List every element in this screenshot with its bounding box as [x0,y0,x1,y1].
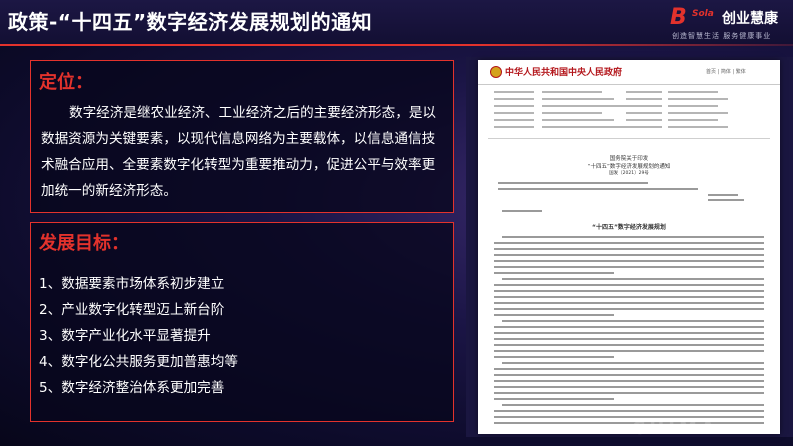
document-text-line [494,260,764,262]
document-text-line [494,392,764,394]
document-text-line [494,332,764,334]
document-text-line [494,380,764,382]
document-text-line [494,410,764,412]
document-text-line [494,344,764,346]
goals-list: 1、数据要素市场体系初步建立 2、产业数字化转型迈上新台阶 3、数字产业化水平显… [39,271,238,401]
page-title: 政策-“十四五”数字经济发展规划的通知 [8,10,373,34]
header-divider [0,44,793,46]
document-text-line [494,338,764,340]
document-text-line [494,302,764,304]
logo-sub: Sola [692,9,714,19]
document-text-line [708,199,744,201]
document-text-line [494,290,764,292]
document-text-line [542,126,626,128]
document-text-line [542,119,614,121]
document-text-line [488,138,770,139]
document-text-line [502,362,764,364]
document-screenshot: 中华人民共和国中央人民政府 首页 | 简体 | 繁体 国务院关于印发 “十四五”… [478,60,780,434]
document-text-line [502,210,542,212]
goal-item: 4、数字化公共服务更加普惠均等 [39,354,238,370]
document-text-line [494,126,534,128]
document-text-line [626,126,662,128]
document-text-line [494,326,764,328]
document-text-line [494,398,614,400]
document-text-line [626,105,662,107]
document-text-line [498,182,648,184]
document-text-line [494,308,764,310]
document-text-line [626,119,662,121]
logo-tagline: 创造智慧生活 服务健康事业 [672,32,772,40]
logo-name: 创业慧康 [722,11,778,27]
document-text-line [668,91,718,93]
document-title: “十四五”数字经济发展规划的通知 [587,164,671,170]
document-text-line [494,368,764,370]
document-text-line [494,112,534,114]
document-number: 国发〔2021〕29号 [609,171,649,176]
watermark: CHIMA [632,418,719,439]
document-text-line [494,386,764,388]
document-text-line [494,416,764,418]
document-text-line [498,188,698,190]
document-text-line [542,98,614,100]
document-text-line [494,105,534,107]
document-text-line [494,91,534,93]
company-logo: B Sola 创业慧康 创造智慧生活 服务健康事业 [670,6,790,42]
document-site-name: 中华人民共和国中央人民政府 [505,68,623,78]
document-text-line [494,272,614,274]
document-text-line [494,284,764,286]
document-text-line [502,236,764,238]
document-text-line [626,91,662,93]
goals-heading: 发展目标： [39,233,129,254]
document-text-line [494,314,614,316]
document-text-line [502,278,764,280]
document-text-line [502,320,764,322]
goal-item: 1、数据要素市场体系初步建立 [39,276,225,292]
national-emblem-icon [490,66,502,78]
document-text-line [494,356,614,358]
goals-panel: 发展目标： 1、数据要素市场体系初步建立 2、产业数字化转型迈上新台阶 3、数字… [30,222,454,422]
document-header: 中华人民共和国中央人民政府 首页 | 简体 | 繁体 [478,60,780,85]
document-text-line [708,194,738,196]
document-text-line [542,105,626,107]
document-text-line [668,112,728,114]
document-text-line [668,105,718,107]
goal-item: 5、数字经济整治体系更加完善 [39,380,225,396]
document-text-line [494,98,534,100]
document-text-line [494,242,764,244]
document-text-line [626,112,662,114]
document-text-line [668,98,728,100]
document-text-line [494,266,764,268]
top-bar: 政策-“十四五”数字经济发展规划的通知 B Sola 创业慧康 创造智慧生活 服… [0,0,793,44]
document-issuer: 国务院关于印发 [609,156,649,162]
document-text-line [494,350,764,352]
document-text-line [494,254,764,256]
positioning-panel: 定位： 数字经济是继农业经济、工业经济之后的主要经济形态，是以数据资源为关键要素… [30,60,454,213]
document-nav: 首页 | 简体 | 繁体 [706,69,746,75]
document-text-line [494,374,764,376]
document-text-line [668,119,718,121]
document-text-line [668,126,728,128]
document-text-line [494,119,534,121]
logo-mark: B [670,5,687,30]
goal-item: 3、数字产业化水平显著提升 [39,328,211,344]
positioning-text: 数字经济是继农业经济、工业经济之后的主要经济形态，是以数据资源为关键要素，以现代… [41,105,437,199]
document-text-line [626,98,662,100]
goal-item: 2、产业数字化转型迈上新台阶 [39,302,225,318]
document-text-line [494,422,764,424]
document-text-line [502,404,764,406]
document-text-line [494,296,764,298]
document-text-line [494,248,764,250]
plan-title: “十四五”数字经济发展规划 [592,224,666,231]
positioning-heading: 定位： [39,72,93,93]
document-text-line [542,91,602,93]
document-text-line [542,112,602,114]
